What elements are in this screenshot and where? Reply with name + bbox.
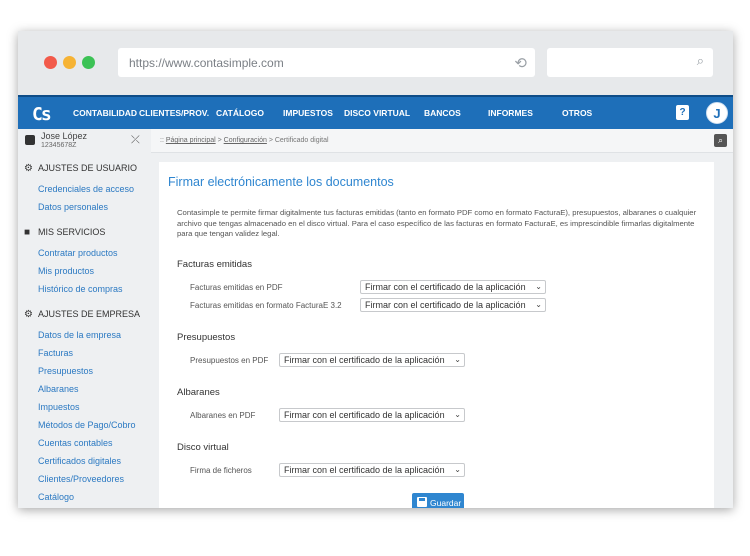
select-value: Firmar con el certificado de la aplicaci…: [284, 410, 445, 420]
search-icon: ⌕: [696, 53, 704, 68]
save-label: Guardar: [430, 498, 462, 508]
sidebar-item-clientes[interactable]: Clientes/Proveedores: [38, 474, 124, 484]
select-facturas-facturae[interactable]: Firmar con el certificado de la aplicaci…: [360, 298, 546, 312]
browser-window: https://www.contasimple.com ⟲ ⌕ Cs CONTA…: [18, 31, 733, 508]
help-icon[interactable]: ?: [676, 105, 689, 120]
select-facturas-pdf[interactable]: Firmar con el certificado de la aplicaci…: [360, 280, 546, 294]
breadcrumb-prefix: ::: [160, 137, 164, 144]
bag-icon: ■: [24, 227, 31, 238]
chevron-down-icon: ⌄: [535, 282, 542, 291]
nav-item-informes[interactable]: INFORMES: [488, 108, 533, 118]
nav-item-bancos[interactable]: BANCOS: [424, 108, 461, 118]
breadcrumb-current: Certificado digital: [274, 137, 329, 144]
breadcrumb-config[interactable]: Configuración: [224, 137, 267, 144]
nav-item-clientes[interactable]: CLIENTES/PROV.: [139, 108, 209, 118]
section-facturas-title: Facturas emitidas: [177, 259, 252, 270]
section-disco-title: Disco virtual: [177, 442, 229, 453]
label-facturas-pdf: Facturas emitidas en PDF: [190, 283, 283, 292]
select-value: Firmar con el certificado de la aplicaci…: [284, 465, 445, 475]
sidebar-item-albaranes[interactable]: Albaranes: [38, 384, 79, 394]
nav-item-impuestos[interactable]: IMPUESTOS: [283, 108, 333, 118]
label-firma-ficheros: Firma de ficheros: [190, 466, 252, 475]
nav-item-contabilidad[interactable]: CONTABILIDAD: [73, 108, 137, 118]
sidebar-item-presupuestos[interactable]: Presupuestos: [38, 366, 93, 376]
breadcrumb: :: Página principal > Configuración > Ce…: [151, 129, 733, 153]
sidebar-item-historico[interactable]: Histórico de compras: [38, 284, 123, 294]
select-presupuestos-pdf[interactable]: Firmar con el certificado de la aplicaci…: [279, 353, 465, 367]
chevron-down-icon: ⌄: [454, 410, 461, 419]
page-title: Firmar electrónicamente los documentos: [168, 175, 394, 189]
search-icon[interactable]: ⌕: [714, 134, 727, 147]
user-id: 12345678Z: [41, 142, 77, 149]
sidebar-item-metodos-pago[interactable]: Métodos de Pago/Cobro: [38, 420, 136, 430]
page-description: Contasimple te permite firmar digitalmen…: [177, 208, 697, 238]
sidebar-item-certificados[interactable]: Certificados digitales: [38, 456, 121, 466]
main-navbar: Cs CONTABILIDAD CLIENTES/PROV. CATÁLOGO …: [18, 95, 733, 129]
breadcrumb-separator: >: [268, 137, 273, 144]
user-box: Jose López 12345678Z ⤫: [18, 129, 151, 153]
sidebar-item-credenciales[interactable]: Credenciales de acceso: [38, 184, 134, 194]
gear-icon: ⚙: [24, 309, 33, 320]
chevron-down-icon: ⌄: [454, 355, 461, 364]
label-facturas-facturae: Facturas emitidas en formato FacturaE 3.…: [190, 301, 342, 310]
browser-toolbar: https://www.contasimple.com ⟲ ⌕: [18, 31, 733, 95]
content-panel: Firmar electrónicamente los documentos C…: [159, 162, 714, 508]
nav-item-otros[interactable]: OTROS: [562, 108, 592, 118]
section-ajustes-empresa: ⚙ AJUSTES DE EMPRESA: [24, 309, 140, 320]
sidebar-item-datos-personales[interactable]: Datos personales: [38, 202, 108, 212]
sidebar: Jose López 12345678Z ⤫ ⚙ AJUSTES DE USUAR…: [18, 129, 151, 508]
floppy-icon: [417, 497, 427, 507]
section-presupuestos-title: Presupuestos: [177, 332, 236, 343]
chevron-down-icon: ⌄: [535, 300, 542, 309]
breadcrumb-text: :: Página principal > Configuración > Ce…: [160, 137, 329, 144]
label-presupuestos-pdf: Presupuestos en PDF: [190, 356, 269, 365]
sidebar-item-facturas[interactable]: Facturas: [38, 348, 73, 358]
section-albaranes-title: Albaranes: [177, 387, 220, 398]
select-value: Firmar con el certificado de la aplicaci…: [365, 282, 526, 292]
sidebar-item-contratar[interactable]: Contratar productos: [38, 248, 118, 258]
sidebar-item-cuentas[interactable]: Cuentas contables: [38, 438, 113, 448]
select-albaranes-pdf[interactable]: Firmar con el certificado de la aplicaci…: [279, 408, 465, 422]
nav-item-catalogo[interactable]: CATÁLOGO: [216, 108, 264, 118]
app-logo[interactable]: Cs: [32, 104, 52, 125]
section-ajustes-usuario: ⚙ AJUSTES DE USUARIO: [24, 163, 137, 174]
select-value: Firmar con el certificado de la aplicaci…: [284, 355, 445, 365]
minimize-window-button[interactable]: [63, 56, 76, 69]
select-firma-ficheros[interactable]: Firmar con el certificado de la aplicaci…: [279, 463, 465, 477]
user-name: Jose López: [41, 131, 88, 141]
address-bar[interactable]: https://www.contasimple.com ⟲: [118, 48, 535, 77]
maximize-window-button[interactable]: [82, 56, 95, 69]
browser-search-box[interactable]: ⌕: [547, 48, 713, 77]
sidebar-item-mis-productos[interactable]: Mis productos: [38, 266, 94, 276]
select-value: Firmar con el certificado de la aplicaci…: [365, 300, 526, 310]
close-window-button[interactable]: [44, 56, 57, 69]
breadcrumb-separator: >: [217, 137, 222, 144]
save-button[interactable]: Guardar: [412, 493, 464, 508]
section-title: AJUSTES DE EMPRESA: [38, 309, 141, 319]
breadcrumb-home[interactable]: Página principal: [166, 137, 216, 144]
reload-icon[interactable]: ⟲: [514, 54, 527, 72]
section-title: MIS SERVICIOS: [38, 227, 106, 237]
gear-icon: ⚙: [24, 163, 33, 174]
user-card-icon: [25, 135, 35, 145]
sidebar-item-catalogo[interactable]: Catálogo: [38, 492, 74, 502]
sidebar-item-impuestos[interactable]: Impuestos: [38, 402, 80, 412]
sidebar-item-datos-empresa[interactable]: Datos de la empresa: [38, 330, 121, 340]
nav-item-disco-virtual[interactable]: DISCO VIRTUAL: [344, 108, 410, 118]
chevron-down-icon: ⌄: [454, 465, 461, 474]
url-text: https://www.contasimple.com: [129, 56, 284, 70]
section-title: AJUSTES DE USUARIO: [38, 163, 138, 173]
avatar[interactable]: J: [706, 102, 728, 124]
label-albaranes-pdf: Albaranes en PDF: [190, 411, 256, 420]
switch-user-icon[interactable]: ⤫: [131, 134, 140, 147]
section-mis-servicios: ■ MIS SERVICIOS: [24, 227, 105, 238]
